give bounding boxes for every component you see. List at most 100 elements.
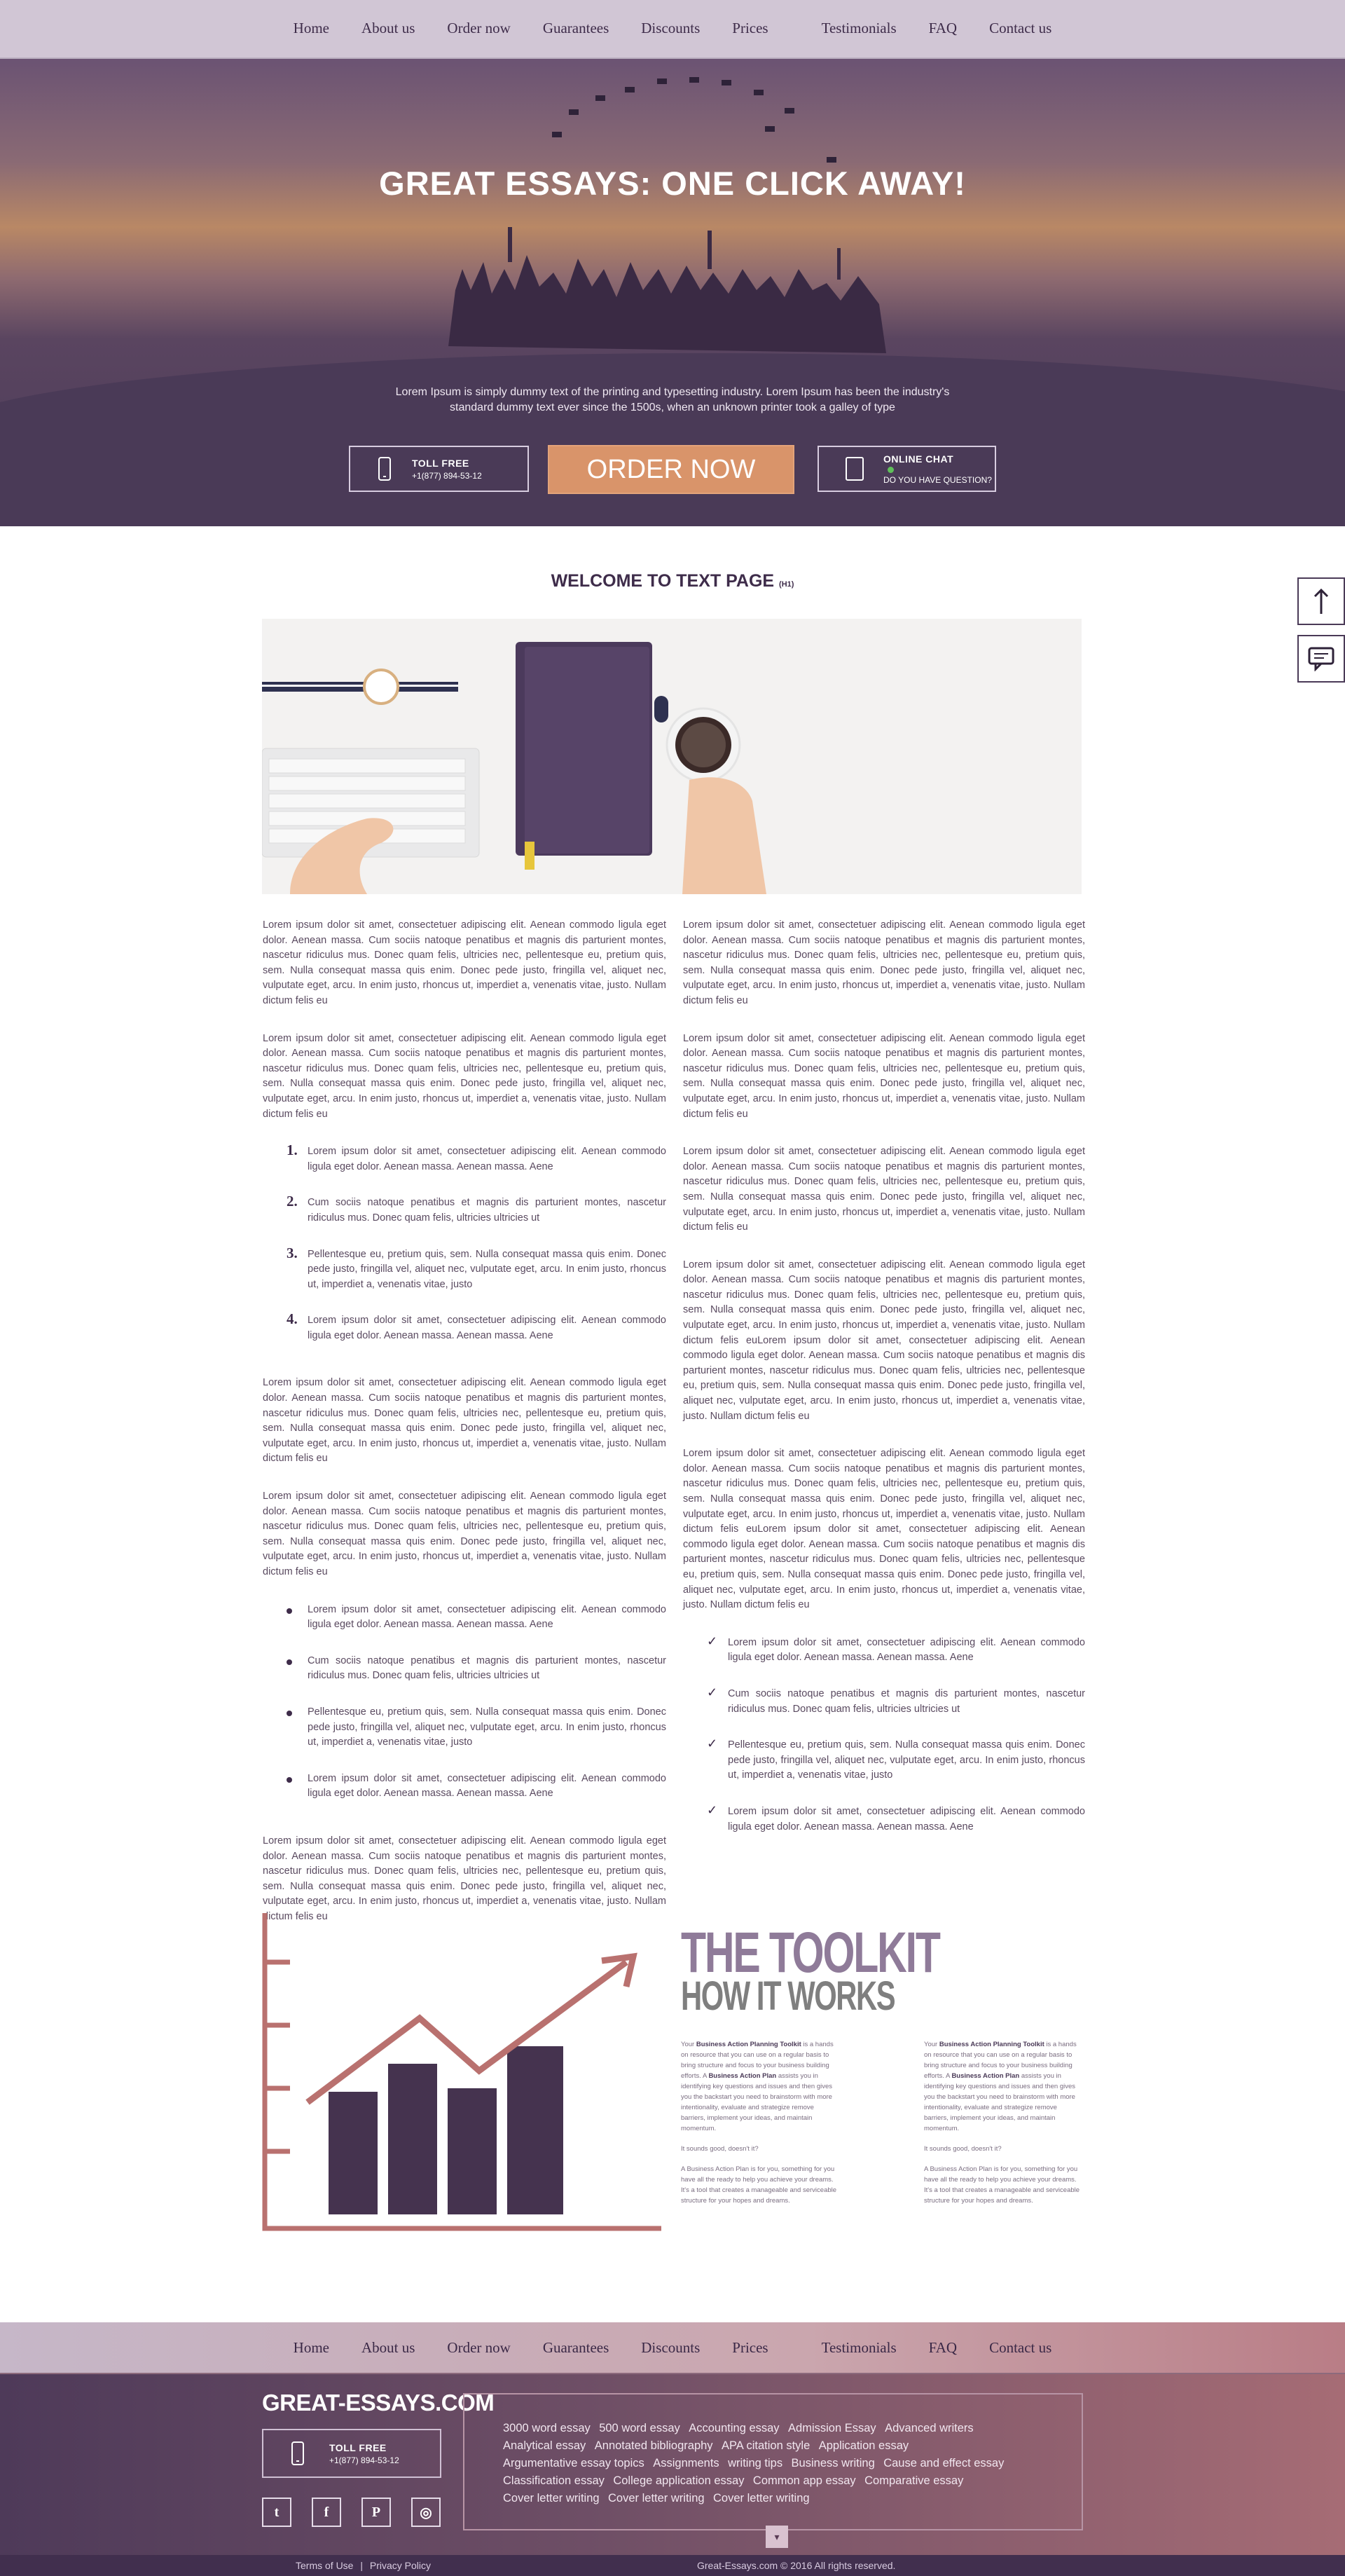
- content-left-column: Lorem ipsum dolor sit amet, consectetuer…: [263, 918, 666, 1947]
- check-icon: ✓: [707, 1802, 718, 1817]
- terms-of-use-link[interactable]: Terms of Use: [296, 2560, 353, 2571]
- pinterest-icon[interactable]: P: [361, 2498, 391, 2527]
- online-chat-label: ONLINE CHAT: [883, 453, 954, 465]
- twitter-icon[interactable]: t: [262, 2498, 291, 2527]
- order-now-button[interactable]: ORDER NOW: [548, 445, 794, 494]
- footer-links-box: 3000 word essay 500 word essay Accountin…: [463, 2393, 1083, 2530]
- facebook-icon[interactable]: f: [312, 2498, 341, 2527]
- footer-link[interactable]: Application essay: [819, 2439, 909, 2452]
- expand-links-button[interactable]: ▾: [766, 2526, 788, 2548]
- top-navigation: Home About us Order now Guarantees Disco…: [0, 0, 1345, 59]
- list-item: ✓ Lorem ipsum dolor sit amet, consectetue…: [707, 1633, 1085, 1664]
- footer-link[interactable]: Common app essay: [753, 2474, 856, 2487]
- nav-prices[interactable]: Prices: [716, 0, 784, 57]
- footer-link[interactable]: College application essay: [613, 2474, 744, 2487]
- footer-nav-testimonials[interactable]: Testimonials: [806, 2322, 913, 2373]
- paragraph: Lorem ipsum dolor sit amet, consectetuer…: [683, 919, 1085, 1006]
- toolkit-question: It sounds good, doesn't it?: [924, 2145, 1002, 2153]
- copyright-text: Great-Essays.com © 2016 All rights reser…: [697, 2560, 896, 2571]
- paragraph: Lorem ipsum dolor sit amet, consectetuer…: [683, 1032, 1085, 1120]
- toll-free-box[interactable]: TOLL FREE +1(877) 894-53-12: [349, 446, 529, 492]
- online-chat-box[interactable]: ONLINE CHAT DO YOU HAVE QUESTION?: [818, 446, 996, 492]
- toll-free-number: +1(877) 894-53-12: [329, 2455, 399, 2465]
- toll-free-number: +1(877) 894-53-12: [412, 470, 482, 481]
- nav-order-now[interactable]: Order now: [431, 0, 526, 57]
- footer-nav-about-us[interactable]: About us: [345, 2322, 431, 2373]
- nav-contact-us[interactable]: Contact us: [973, 0, 1068, 57]
- footer-nav-order-now[interactable]: Order now: [431, 2322, 526, 2373]
- page-title-tag: (H1): [779, 580, 794, 589]
- checklist: ✓ Lorem ipsum dolor sit amet, consectetue…: [683, 1633, 1085, 1835]
- nav-testimonials[interactable]: Testimonials: [806, 0, 913, 57]
- footer-link[interactable]: Cover letter writing: [608, 2492, 705, 2505]
- nav-discounts[interactable]: Discounts: [625, 0, 716, 57]
- footer: Home About us Order now Guarantees Disco…: [0, 2322, 1345, 2576]
- growth-chart-illustration: [262, 1913, 661, 2231]
- footer-nav-guarantees[interactable]: Guarantees: [527, 2322, 625, 2373]
- footer-toll-free-box[interactable]: TOLL FREE +1(877) 894-53-12: [262, 2429, 441, 2478]
- footer-nav-faq[interactable]: FAQ: [913, 2322, 973, 2373]
- page-title: WELCOME TO TEXT PAGE (H1): [0, 571, 1345, 591]
- list-item: 2. Cum sociis natoque penatibus et magnis…: [287, 1193, 666, 1224]
- footer-link[interactable]: Annotated bibliography: [595, 2439, 713, 2452]
- toolkit-text-column: Your Business Action Planning Toolkit is…: [924, 2039, 1082, 2216]
- list-item: Lorem ipsum dolor sit amet, consectetuer…: [263, 1772, 666, 1802]
- footer-link[interactable]: Classification essay: [503, 2474, 605, 2487]
- chat-bubble-icon: [1308, 647, 1334, 671]
- privacy-policy-link[interactable]: Privacy Policy: [370, 2560, 431, 2571]
- list-item: Cum sociis natoque penatibus et magnis d…: [263, 1654, 666, 1684]
- footer-link[interactable]: Argumentative essay topics: [503, 2457, 644, 2469]
- toolkit-closing: A Business Action Plan is for you, somet…: [681, 2165, 837, 2205]
- toolkit-infographic: THE TOOLKIT HOW IT WORKS Your Business A…: [262, 1913, 1082, 2242]
- footer-logo[interactable]: GREAT-ESSAYS.COM: [262, 2390, 495, 2416]
- list-item: ✓ Cum sociis natoque penatibus et magnis …: [707, 1685, 1085, 1715]
- footer-link[interactable]: Admission Essay: [788, 2422, 876, 2434]
- list-item: ✓ Pellentesque eu, pretium quis, sem. Nul…: [707, 1736, 1085, 1781]
- hero-banner: GREAT ESSAYS: ONE CLICK AWAY! Lorem Ipsu…: [0, 59, 1345, 526]
- list-number: 4.: [287, 1310, 298, 1328]
- footer-link[interactable]: Cause and effect essay: [883, 2457, 1004, 2469]
- toolkit-text-column: Your Business Action Planning Toolkit is…: [681, 2039, 839, 2216]
- nav-faq[interactable]: FAQ: [913, 0, 973, 57]
- footer-nav-home[interactable]: Home: [277, 2322, 345, 2373]
- copyright-bar: Terms of Use | Privacy Policy Great-Essa…: [0, 2555, 1345, 2576]
- list-item: Pellentesque eu, pretium quis, sem. Null…: [263, 1705, 666, 1751]
- nav-about-us[interactable]: About us: [345, 0, 431, 57]
- paragraph: Lorem ipsum dolor sit amet, consectetuer…: [683, 1146, 1085, 1233]
- toll-free-label: TOLL FREE: [412, 457, 469, 469]
- footer-nav-contact-us[interactable]: Contact us: [973, 2322, 1068, 2373]
- list-number: 3.: [287, 1244, 298, 1261]
- list-item: Lorem ipsum dolor sit amet, consectetuer…: [263, 1603, 666, 1633]
- nav-guarantees[interactable]: Guarantees: [527, 0, 625, 57]
- footer-link[interactable]: Accounting essay: [689, 2422, 779, 2434]
- ordered-list: 1. Lorem ipsum dolor sit amet, consectetu…: [263, 1142, 666, 1343]
- hero-description: Lorem Ipsum is simply dummy text of the …: [395, 386, 950, 413]
- list-item: 1. Lorem ipsum dolor sit amet, consectetu…: [287, 1142, 666, 1172]
- footer-link[interactable]: Comparative essay: [864, 2474, 963, 2487]
- online-chat-subtitle: DO YOU HAVE QUESTION?: [883, 474, 992, 485]
- footer-link[interactable]: Analytical essay: [503, 2439, 586, 2452]
- footer-link[interactable]: Cover letter writing: [503, 2492, 600, 2505]
- toll-free-label: TOLL FREE: [329, 2441, 387, 2453]
- footer-link[interactable]: Cover letter writing: [713, 2492, 810, 2505]
- instagram-icon[interactable]: ◎: [411, 2498, 441, 2527]
- footer-nav-discounts[interactable]: Discounts: [625, 2322, 716, 2373]
- desk-illustration: [262, 642, 766, 894]
- footer-link[interactable]: Advanced writers: [885, 2422, 974, 2434]
- list-item: ✓ Lorem ipsum dolor sit amet, consectetue…: [707, 1802, 1085, 1832]
- paragraph: Lorem ipsum dolor sit amet, consectetuer…: [263, 1377, 666, 1465]
- paragraph: Lorem ipsum dolor sit amet, consectetuer…: [263, 1835, 666, 1922]
- chat-side-button[interactable]: [1297, 635, 1345, 683]
- footer-link[interactable]: Business writing: [792, 2457, 875, 2469]
- footer-link[interactable]: 500 word essay: [599, 2422, 680, 2434]
- footer-link[interactable]: writing tips: [728, 2457, 782, 2469]
- online-status-dot: [888, 466, 894, 473]
- paragraph: Lorem ipsum dolor sit amet, consectetuer…: [683, 1448, 1085, 1611]
- nav-home[interactable]: Home: [277, 0, 345, 57]
- footer-nav-prices[interactable]: Prices: [716, 2322, 784, 2373]
- footer-link[interactable]: APA citation style: [722, 2439, 810, 2452]
- footer-navigation: Home About us Order now Guarantees Disco…: [0, 2322, 1345, 2374]
- footer-link[interactable]: 3000 word essay: [503, 2422, 591, 2434]
- footer-link[interactable]: Assignments: [653, 2457, 719, 2469]
- toolkit-subtitle: HOW IT WORKS: [681, 1973, 896, 2019]
